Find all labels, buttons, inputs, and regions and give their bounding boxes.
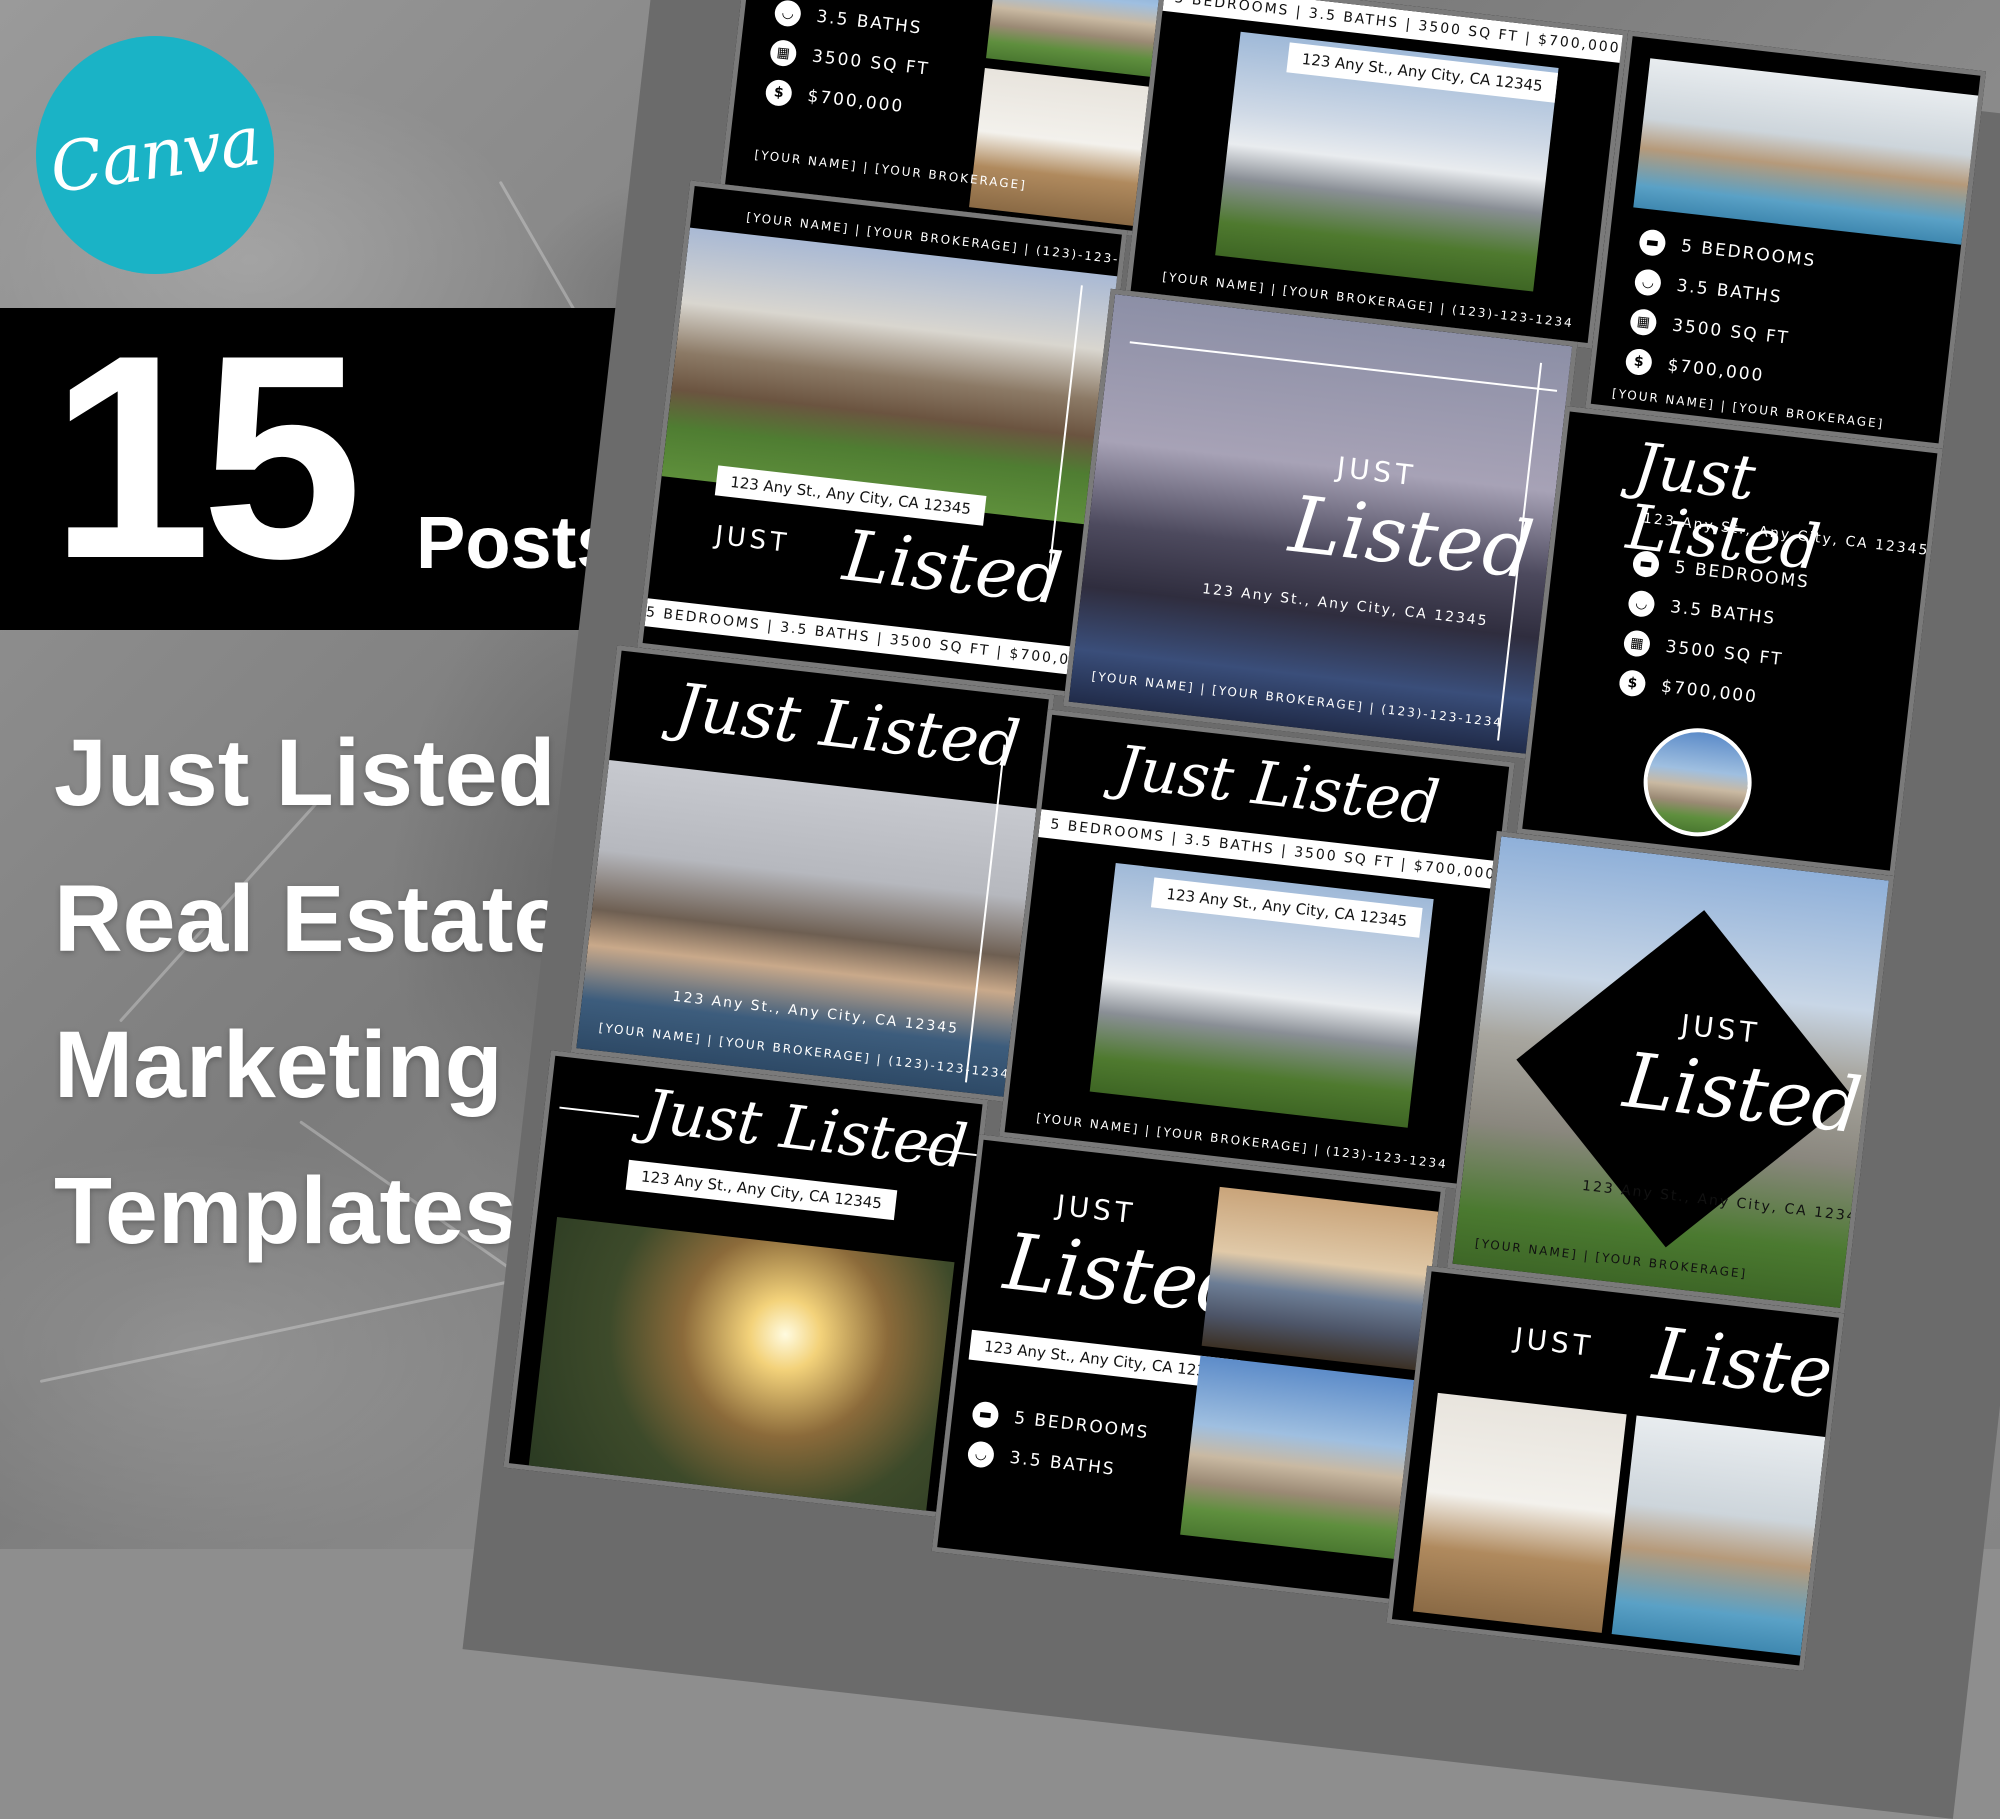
just-listed-script: Just Listed bbox=[671, 670, 1024, 784]
template-card-stone-house: [YOUR NAME] | [YOUR BROKERAGE] | (123)-1… bbox=[637, 180, 1128, 698]
headline-line-1: Just Listed bbox=[54, 720, 556, 826]
feature-sqft: 3500 SQ FT bbox=[1664, 636, 1785, 671]
area-icon: ▦ bbox=[768, 38, 798, 68]
dollar-icon: $ bbox=[764, 78, 794, 108]
pool-photo bbox=[1633, 58, 1986, 246]
interior-photo bbox=[1412, 1392, 1627, 1633]
template-card-modern-house: Just Listed 123 Any St., Any City, CA 12… bbox=[570, 645, 1055, 1103]
headline-line-4: Templates bbox=[54, 1158, 517, 1264]
template-card-interior: JUST Listed bbox=[1386, 1265, 1845, 1672]
template-card-white-house: 5 BEDROOMS | 3.5 BATHS | 3500 SQ FT | $7… bbox=[1125, 0, 1629, 349]
feature-list: ▬ 5 BEDROOMS ◡ 3.5 BATHS bbox=[966, 1400, 1151, 1486]
feature-baths: 3.5 BATHS bbox=[815, 6, 924, 39]
template-card-circle-photo: Just Listed 123 Any St., Any City, CA 12… bbox=[1516, 405, 1943, 877]
feature-list: ▬5 BEDROOMS ◡3.5 BATHS ▦3500 SQ FT $$700… bbox=[1618, 549, 1811, 715]
bath-icon: ◡ bbox=[966, 1440, 996, 1469]
headline: Just Listed Real Estate Marketing Templa… bbox=[54, 700, 566, 1284]
interior-photo bbox=[1201, 1186, 1439, 1371]
just-listed-script: Just Listed bbox=[1112, 732, 1443, 839]
just-label: JUST bbox=[713, 520, 792, 559]
house-photo bbox=[527, 1216, 955, 1518]
house-photo bbox=[1611, 1415, 1826, 1656]
bath-icon: ◡ bbox=[1627, 589, 1656, 619]
just-listed-script: Just Listed bbox=[640, 1076, 972, 1183]
template-card-pool: ▬ 5 BEDROOMS ◡ 3.5 BATHS ▦ 3500 SQ FT $ $700… bbox=[1585, 30, 1986, 449]
headline-line-2: Real Estate bbox=[54, 866, 567, 972]
house-photo bbox=[1180, 1355, 1420, 1560]
house-photo-circle bbox=[1637, 722, 1758, 843]
area-icon: ▦ bbox=[1628, 307, 1658, 337]
feature-price: $700,000 bbox=[806, 86, 906, 118]
feature-sqft: 3500 SQ FT bbox=[1671, 315, 1791, 349]
template-collage: ▬ 5 BEDROOMS ◡ 3.5 BATHS ▦ 3500 SQ FT $ $700… bbox=[462, 0, 2000, 1819]
listed-script: Listed bbox=[1648, 1311, 1845, 1421]
house-photo bbox=[986, 0, 1173, 78]
bath-icon: ◡ bbox=[773, 0, 803, 28]
template-card-living-room: JUST Listed 123 Any St., Any City, CA 12… bbox=[931, 1134, 1447, 1605]
headline-line-3: Marketing bbox=[54, 1012, 503, 1118]
bath-icon: ◡ bbox=[1633, 268, 1663, 297]
post-count: 15 bbox=[50, 295, 363, 619]
interior-photo bbox=[969, 68, 1159, 227]
feature-bedrooms: 5 BEDROOMS bbox=[1680, 236, 1818, 272]
feature-price: $700,000 bbox=[1660, 676, 1759, 708]
feature-baths: 3.5 BATHS bbox=[1008, 1447, 1117, 1480]
feature-baths: 3.5 BATHS bbox=[1675, 275, 1784, 308]
template-card-white-house-2: Just Listed 5 BEDROOMS | 3.5 BATHS | 350… bbox=[999, 709, 1515, 1190]
template-card-sunset-house: Just Listed 123 Any St., Any City, CA 12… bbox=[503, 1050, 989, 1518]
feature-list: ▬5 BEDROOMS ◡3.5 BATHS ▦3500 SQ FT $$700… bbox=[764, 0, 957, 124]
feature-list: ▬ 5 BEDROOMS ◡ 3.5 BATHS ▦ 3500 SQ FT $ $700… bbox=[1624, 228, 1817, 393]
canva-logo: Canva bbox=[36, 36, 274, 274]
bed-icon: ▬ bbox=[971, 1400, 1000, 1430]
template-card-dusk-house: JUST Listed 123 Any St., Any City, CA 12… bbox=[1063, 288, 1578, 760]
specs-strip: 5 BEDROOMS | 3.5 BATHS | 3500 SQ FT | $7… bbox=[1038, 809, 1509, 891]
area-icon: ▦ bbox=[1622, 629, 1652, 658]
feature-bedrooms: 5 BEDROOMS bbox=[1013, 1408, 1151, 1444]
dollar-icon: $ bbox=[1624, 347, 1654, 377]
dollar-icon: $ bbox=[1618, 668, 1647, 698]
bed-icon: ▬ bbox=[1631, 549, 1661, 579]
just-label: JUST bbox=[1512, 1321, 1596, 1364]
feature-sqft: 3500 SQ FT bbox=[810, 46, 931, 80]
feature-baths: 3.5 BATHS bbox=[1669, 597, 1778, 630]
template-card-diamond: JUST Listed 123 Any St., Any City, CA 12… bbox=[1447, 830, 1895, 1314]
bed-icon: ▬ bbox=[1638, 228, 1667, 258]
feature-price: $700,000 bbox=[1666, 355, 1766, 387]
feature-bedrooms: 5 BEDROOMS bbox=[820, 0, 957, 2]
listed-script: Listed bbox=[839, 514, 1067, 621]
canva-logo-text: Canva bbox=[45, 101, 265, 209]
